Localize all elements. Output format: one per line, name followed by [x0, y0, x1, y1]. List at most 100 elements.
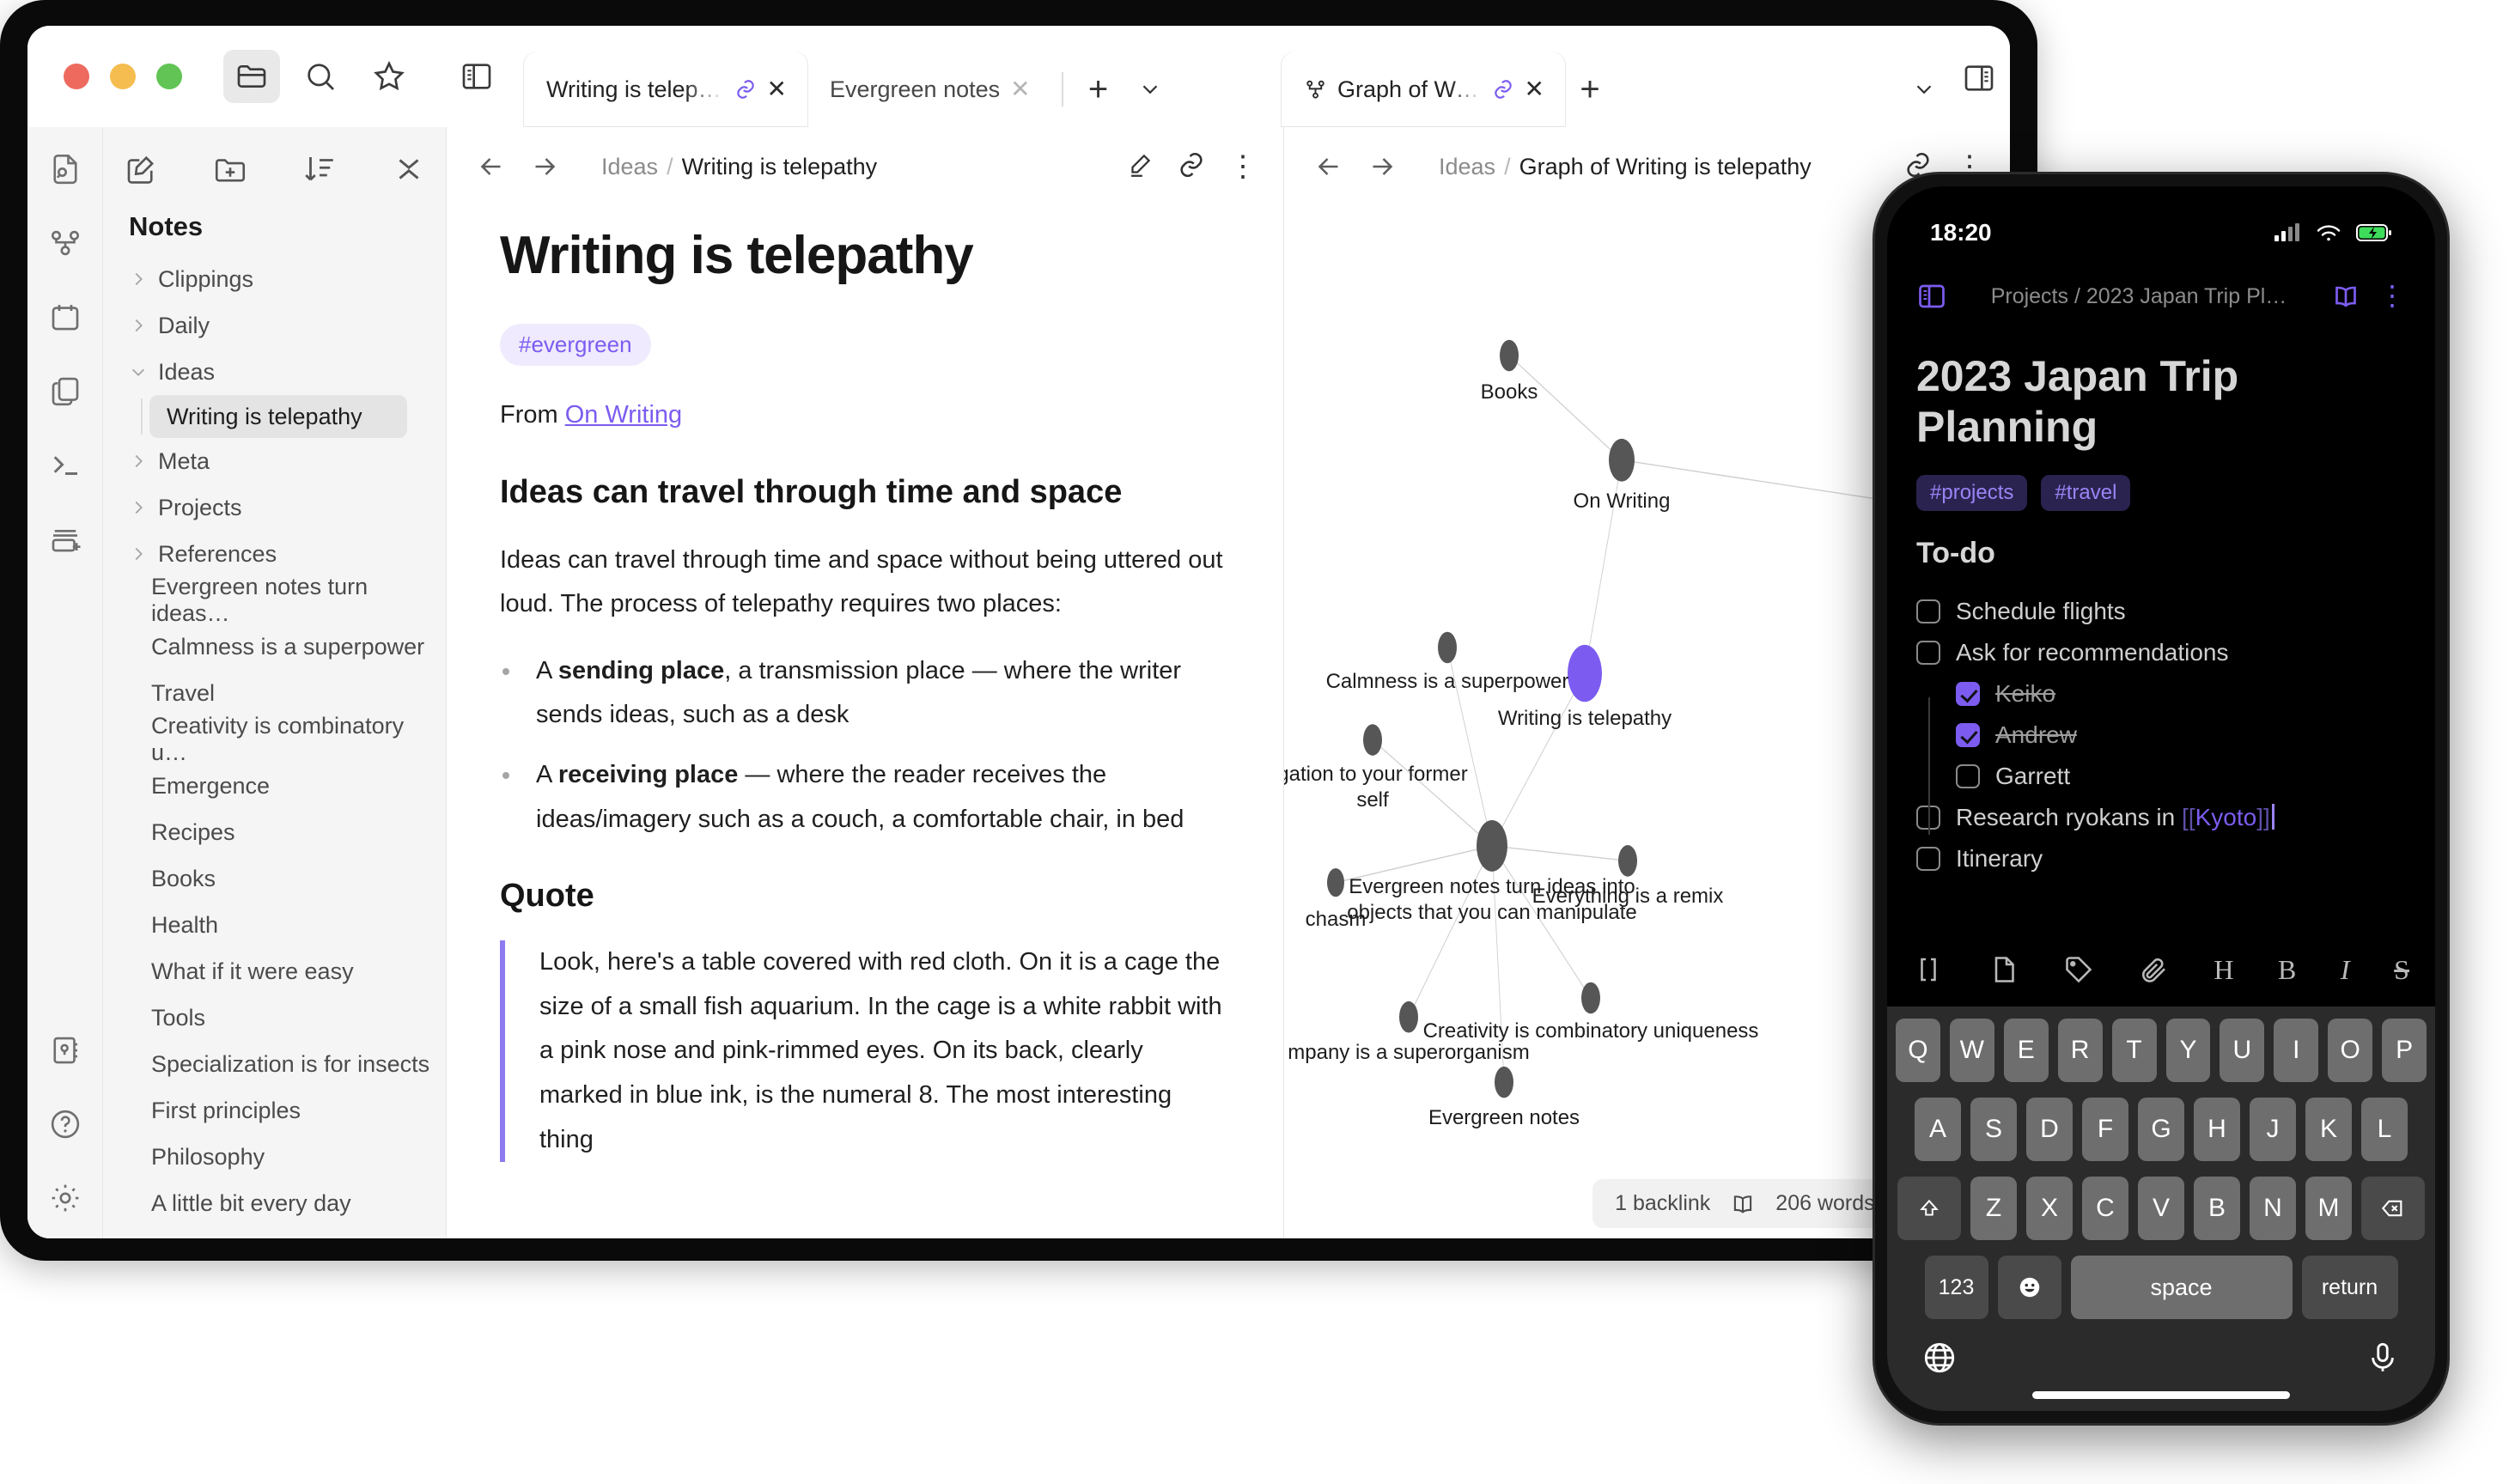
key-d[interactable]: D [2026, 1098, 2073, 1161]
graph-icon[interactable] [46, 223, 85, 263]
key-e[interactable]: E [2003, 1019, 2049, 1082]
todo-item-schedule-flights[interactable]: Schedule flights [1916, 591, 2406, 632]
file-tools[interactable]: Tools [103, 994, 446, 1041]
sidebar-toggle-icon[interactable] [448, 50, 505, 103]
file-philosophy[interactable]: Philosophy [103, 1134, 446, 1180]
key-s[interactable]: S [1970, 1098, 2017, 1161]
graph-node[interactable] [1438, 631, 1457, 664]
file-what-if-it-were-easy[interactable]: What if it were easy [103, 948, 446, 994]
file-travel[interactable]: Travel [103, 670, 446, 716]
checkbox[interactable] [1916, 641, 1940, 665]
search-icon[interactable] [292, 50, 349, 103]
new-folder-icon[interactable] [212, 151, 248, 187]
tab-close-icon[interactable]: ✕ [1010, 77, 1030, 101]
file-writing-is-telepathy[interactable]: Writing is telepathy [149, 395, 407, 438]
heading-icon[interactable]: H [2214, 954, 2233, 986]
graph-node[interactable] [1581, 982, 1600, 1014]
graph-node[interactable] [1327, 868, 1344, 897]
key-c[interactable]: C [2082, 1177, 2128, 1240]
chevron-down-icon[interactable] [1124, 52, 1177, 127]
minimize-window-button[interactable] [110, 64, 136, 89]
key-a[interactable]: A [1915, 1098, 1961, 1161]
back-icon[interactable] [1310, 148, 1348, 186]
back-icon[interactable] [472, 148, 510, 186]
tag-icon[interactable] [2063, 954, 2094, 985]
attachment-icon[interactable] [2139, 954, 2170, 985]
key-j[interactable]: J [2250, 1098, 2296, 1161]
graph-node[interactable] [1363, 724, 1382, 756]
key-u[interactable]: U [2220, 1019, 2265, 1082]
graph-node[interactable] [1495, 1066, 1513, 1098]
key-v[interactable]: V [2138, 1177, 2184, 1240]
wikilink-kyoto[interactable]: Kyoto [2195, 804, 2257, 830]
todo-item-keiko[interactable]: Keiko [1916, 673, 2406, 715]
help-icon[interactable] [46, 1104, 85, 1144]
folder-meta[interactable]: Meta [103, 438, 446, 484]
folder-daily[interactable]: Daily [103, 302, 446, 349]
new-note-icon[interactable] [1988, 954, 2019, 985]
file-specialization-is-for-insects[interactable]: Specialization is for insects [103, 1041, 446, 1087]
sidebar-toggle-icon[interactable] [1916, 281, 1947, 312]
bookmark-icon[interactable] [46, 1031, 85, 1070]
folder-ideas[interactable]: Ideas [103, 349, 446, 395]
file-creativity-is-combinatory[interactable]: Creativity is combinatory u… [103, 713, 446, 765]
todo-item-ask-for-recommendations[interactable]: Ask for recommendations [1916, 632, 2406, 673]
key-r[interactable]: R [2057, 1019, 2103, 1082]
settings-icon[interactable] [46, 1178, 85, 1218]
graph-node[interactable] [1477, 820, 1507, 872]
italic-icon[interactable]: I [2341, 954, 2350, 986]
tab-evergreen-notes[interactable]: Evergreen notes ✕ [807, 52, 1051, 127]
graph-node[interactable] [1568, 644, 1602, 702]
forward-icon[interactable] [526, 148, 563, 186]
tag-travel[interactable]: #travel [2041, 475, 2131, 511]
folder-icon[interactable] [223, 50, 280, 103]
key-x[interactable]: X [2026, 1177, 2073, 1240]
strikethrough-icon[interactable]: S [2394, 954, 2409, 986]
new-tab-button[interactable]: + [1565, 52, 1615, 127]
emoji-key[interactable] [1997, 1256, 2061, 1319]
file-evergreen-notes-turn-ideas[interactable]: Evergreen notes turn ideas… [103, 574, 446, 626]
file-recipes[interactable]: Recipes [103, 809, 446, 855]
checkbox[interactable] [1956, 723, 1980, 747]
todo-item-garrett[interactable]: Garrett [1916, 756, 2406, 797]
chevron-down-icon[interactable] [1897, 52, 1951, 127]
more-icon[interactable]: ⋮ [1228, 151, 1258, 181]
file-search-icon[interactable] [46, 149, 85, 189]
zoom-window-button[interactable] [156, 64, 182, 89]
copy-icon[interactable] [46, 371, 85, 411]
globe-icon[interactable] [1921, 1340, 1958, 1376]
bold-icon[interactable]: B [2278, 954, 2296, 986]
new-card-icon[interactable] [46, 519, 85, 558]
tab-close-icon[interactable]: ✕ [1525, 77, 1544, 101]
key-n[interactable]: N [2250, 1177, 2296, 1240]
calendar-icon[interactable] [46, 297, 85, 337]
file-1000-true-fans[interactable]: 1,000 true fans [103, 1226, 446, 1239]
todo-item-research-ryokans[interactable]: Research ryokans in [[Kyoto]] [1916, 797, 2406, 838]
graph-node[interactable] [1500, 339, 1519, 372]
folder-clippings[interactable]: Clippings [103, 256, 446, 302]
checkbox[interactable] [1956, 764, 1980, 788]
checkbox[interactable] [1916, 847, 1940, 871]
edit-icon[interactable] [1125, 150, 1154, 184]
key-w[interactable]: W [1949, 1019, 1994, 1082]
return-key[interactable]: return [2301, 1256, 2398, 1319]
key-z[interactable]: Z [1970, 1177, 2017, 1240]
tab-close-icon[interactable]: ✕ [767, 77, 787, 101]
space-key[interactable]: space [2070, 1256, 2293, 1319]
book-icon[interactable] [2330, 281, 2361, 312]
graph-node[interactable] [1618, 845, 1637, 877]
tab-writing-is-telepathy[interactable]: Writing is telepathy ✕ [524, 52, 807, 127]
key-o[interactable]: O [2328, 1019, 2373, 1082]
shift-key[interactable] [1897, 1177, 1961, 1240]
checkbox[interactable] [1956, 682, 1980, 706]
key-m[interactable]: M [2305, 1177, 2352, 1240]
key-b[interactable]: B [2194, 1177, 2240, 1240]
forward-icon[interactable] [1363, 148, 1401, 186]
mobile-breadcrumb[interactable]: Projects / 2023 Japan Trip Pl… [1964, 284, 2313, 309]
file-first-principles[interactable]: First principles [103, 1087, 446, 1134]
file-health[interactable]: Health [103, 902, 446, 948]
new-note-icon[interactable] [123, 151, 159, 187]
key-h[interactable]: H [2194, 1098, 2240, 1161]
file-emergence[interactable]: Emergence [103, 763, 446, 809]
tag-projects[interactable]: #projects [1916, 475, 2028, 511]
